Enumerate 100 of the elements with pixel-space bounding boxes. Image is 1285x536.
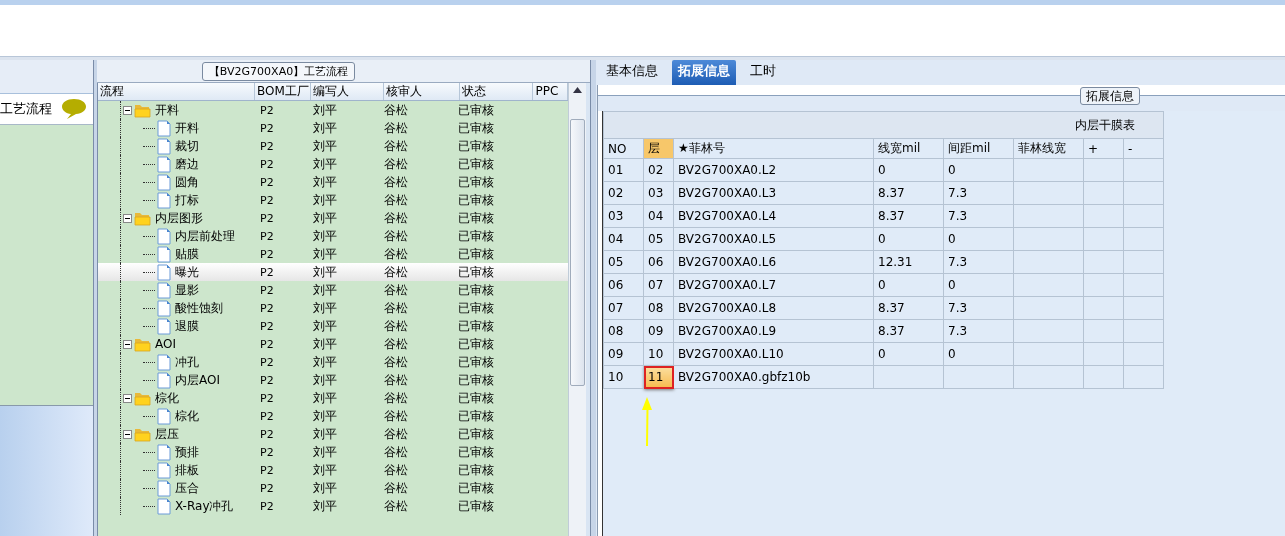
table-cell-text: 刘平 [312, 407, 338, 425]
tree-label: 圆角 [175, 173, 199, 191]
tree-label: 裁切 [175, 137, 199, 155]
table-cell-text: 刘平 [312, 155, 338, 173]
tree-label: 排板 [175, 461, 199, 479]
document-icon [157, 119, 171, 137]
table-cell: 01 [603, 158, 644, 182]
table-cell-text: 刘平 [312, 335, 338, 353]
table-cell: 05 [603, 250, 644, 274]
tree-row[interactable]: 裁切 P2 刘平 谷松 已审核 [98, 137, 568, 155]
tree-row[interactable]: 层压 P2 刘平 谷松 已审核 [98, 425, 568, 443]
tree-row[interactable]: 酸性蚀刻 P2 刘平 谷松 已审核 [98, 299, 568, 317]
table-cell: BV2G700XA0.L2 [673, 158, 874, 182]
table-cell: 02 [603, 181, 644, 205]
tree-row[interactable]: 棕化 P2 刘平 谷松 已审核 [98, 407, 568, 425]
table-cell-text: P2 [259, 354, 275, 371]
document-icon [157, 497, 171, 515]
scroll-up-icon[interactable] [573, 87, 582, 93]
table-cell-text: 谷松 [383, 155, 409, 173]
table-cell-text: 已审核 [457, 443, 495, 461]
table-cell-text: 刘平 [312, 209, 338, 227]
table-cell-text: 已审核 [457, 119, 495, 137]
document-icon [157, 137, 171, 155]
tree-row[interactable]: AOI P2 刘平 谷松 已审核 [98, 335, 568, 353]
tree-row[interactable]: 内层AOI P2 刘平 谷松 已审核 [98, 371, 568, 389]
tree-row[interactable]: 曝光 P2 刘平 谷松 已审核 [98, 263, 568, 281]
table-cell: 07 [603, 296, 644, 320]
tree-row[interactable]: 内层图形 P2 刘平 谷松 已审核 [98, 209, 568, 227]
table-cell-text: 谷松 [383, 335, 409, 353]
table-cell-text: 刘平 [312, 101, 338, 119]
table-cell-text: 已审核 [457, 137, 495, 155]
table-cell-text: 已审核 [457, 389, 495, 407]
table-cell-text: 已审核 [457, 371, 495, 389]
table-cell-text: P2 [259, 498, 275, 515]
tree-row[interactable]: 棕化 P2 刘平 谷松 已审核 [98, 389, 568, 407]
table-cell-text: 已审核 [457, 353, 495, 371]
table-cell: 10 [603, 365, 644, 389]
tree-row[interactable]: 排板 P2 刘平 谷松 已审核 [98, 461, 568, 479]
column-header[interactable]: 核审人 [384, 83, 461, 100]
document-icon [157, 227, 171, 245]
table-cell-text: 已审核 [457, 101, 495, 119]
column-header[interactable]: 状态 [460, 83, 534, 100]
tree-row[interactable]: 显影 P2 刘平 谷松 已审核 [98, 281, 568, 299]
tree-row[interactable]: 压合 P2 刘平 谷松 已审核 [98, 479, 568, 497]
table-cell-text: 谷松 [383, 119, 409, 137]
collapse-icon[interactable] [123, 213, 132, 223]
document-icon [157, 461, 171, 479]
tree-row[interactable]: 冲孔 P2 刘平 谷松 已审核 [98, 353, 568, 371]
tree-label: X-Ray冲孔 [175, 497, 234, 515]
table-cell: 09 [603, 342, 644, 366]
table-cell-text: 谷松 [383, 317, 409, 335]
document-icon [157, 263, 171, 281]
document-icon [157, 173, 171, 191]
folder-icon [134, 390, 151, 406]
tree-row[interactable]: 退膜 P2 刘平 谷松 已审核 [98, 317, 568, 335]
tree-row[interactable]: 内层前处理 P2 刘平 谷松 已审核 [98, 227, 568, 245]
scrollbar[interactable] [568, 83, 586, 536]
tree-row[interactable]: 开料 P2 刘平 谷松 已审核 [98, 101, 568, 119]
table-cell-text: P2 [259, 300, 275, 317]
table-cell: BV2G700XA0.L10 [673, 342, 874, 366]
tree-row[interactable]: 打标 P2 刘平 谷松 已审核 [98, 191, 568, 209]
collapse-icon[interactable] [123, 429, 132, 439]
table-cell-text: 谷松 [383, 461, 409, 479]
table-cell-text: P2 [259, 462, 275, 479]
table-cell-text: 刘平 [312, 479, 338, 497]
document-icon [157, 371, 171, 389]
panel-title: 工艺流程 [0, 100, 52, 118]
tree-row[interactable]: X-Ray冲孔 P2 刘平 谷松 已审核 [98, 497, 568, 515]
folder-icon [134, 210, 151, 226]
table-cell-text: 已审核 [457, 299, 495, 317]
collapse-icon[interactable] [123, 105, 132, 115]
table-cell-text: 谷松 [383, 389, 409, 407]
document-icon [157, 245, 171, 263]
tree-label: 显影 [175, 281, 199, 299]
tree-row[interactable]: 圆角 P2 刘平 谷松 已审核 [98, 173, 568, 191]
column-header[interactable]: PPC [533, 83, 568, 100]
collapse-icon[interactable] [123, 393, 132, 403]
table-cell: BV2G700XA0.L7 [673, 273, 874, 297]
table-cell-text: P2 [259, 282, 275, 299]
table-cell-text: P2 [259, 372, 275, 389]
table-cell-text: 已审核 [457, 497, 495, 515]
table-cell: BV2G700XA0.L8 [673, 296, 874, 320]
tab[interactable]: 工时 [744, 60, 782, 85]
tab[interactable]: 基本信息 [600, 60, 664, 85]
column-header[interactable]: 编写人 [311, 83, 385, 100]
collapse-icon[interactable] [123, 339, 132, 349]
tree-label: 层压 [155, 425, 179, 443]
document-icon [157, 281, 171, 299]
table-cell-text: 谷松 [383, 263, 409, 281]
tree-row[interactable]: 磨边 P2 刘平 谷松 已审核 [98, 155, 568, 173]
table-cell: BV2G700XA0.gbfz10b [673, 365, 874, 389]
tree-row[interactable]: 贴膜 P2 刘平 谷松 已审核 [98, 245, 568, 263]
table-cell-text: 谷松 [383, 209, 409, 227]
column-header[interactable]: BOM工厂 [254, 83, 312, 100]
column-header[interactable]: NO [603, 138, 644, 159]
tab[interactable]: 拓展信息 [672, 60, 736, 85]
column-header[interactable]: 流程 [98, 83, 255, 100]
tree-row[interactable]: 预排 P2 刘平 谷松 已审核 [98, 443, 568, 461]
tree-label: 磨边 [175, 155, 199, 173]
tree-row[interactable]: 开料 P2 刘平 谷松 已审核 [98, 119, 568, 137]
